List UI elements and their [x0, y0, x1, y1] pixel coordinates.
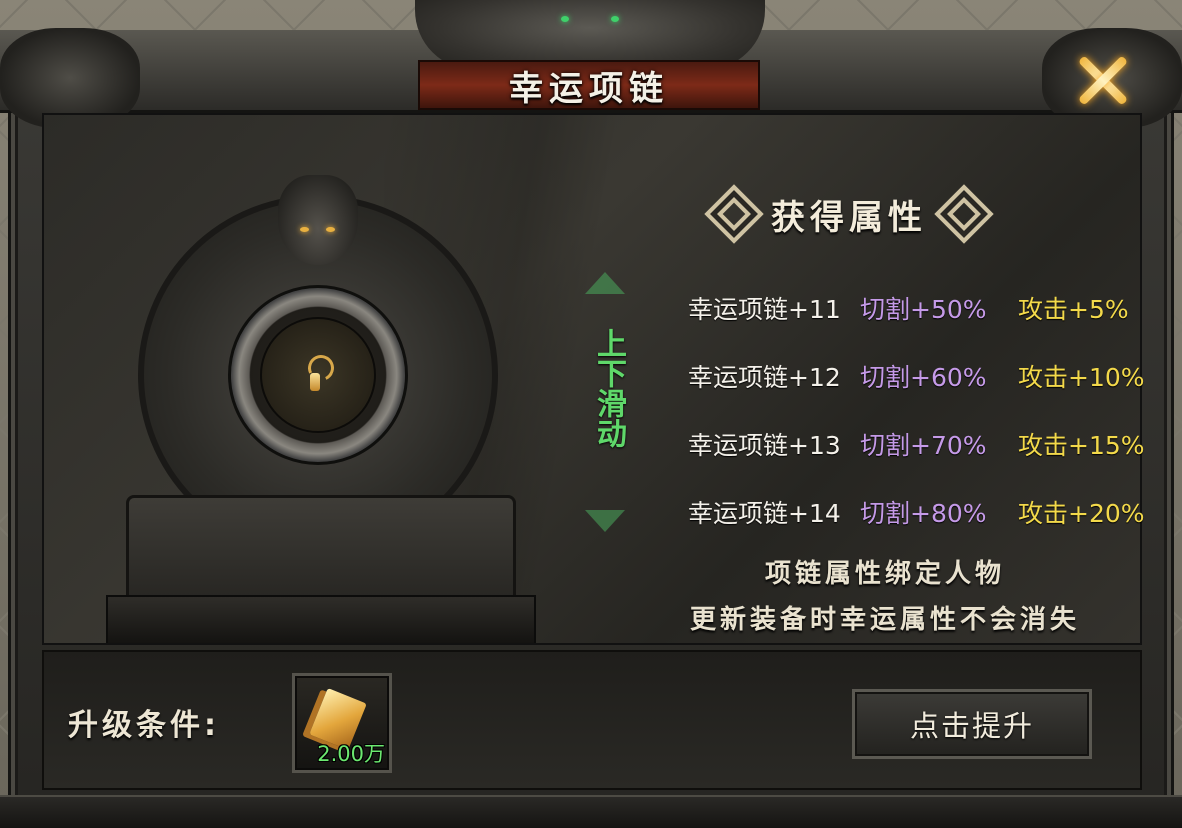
attribute-cut: 切割+60%	[860, 363, 987, 392]
attribute-row: 幸运项链+13 切割+70% 攻击+15%	[688, 410, 1158, 478]
frame-bottom-edge	[0, 795, 1182, 828]
dragon-head-icon	[278, 175, 358, 265]
item-count: 2.00万	[317, 742, 385, 766]
upgrade-button-label: 点击提升	[909, 709, 1034, 743]
crest-eye-icon	[561, 16, 569, 22]
dragon-pedestal-display	[106, 165, 546, 643]
attribute-attack: 攻击+15%	[1018, 431, 1145, 460]
attribute-level: 幸运项链+12	[688, 363, 841, 392]
attributes-list[interactable]: 幸运项链+11 切割+50% 攻击+5% 幸运项链+12 切割+60% 攻击+1…	[688, 274, 1158, 546]
scroll-hint-text: 上下滑动	[591, 328, 626, 448]
attribute-attack: 攻击+5%	[1018, 295, 1129, 324]
arrow-up-icon	[585, 272, 625, 294]
attribute-cut: 切割+70%	[860, 431, 987, 460]
scroll-hint[interactable]: 上下滑动	[582, 272, 628, 532]
necklace-icon[interactable]	[302, 351, 338, 395]
arrow-down-icon	[585, 510, 625, 532]
dragon-eye-icon	[326, 227, 335, 232]
upgrade-condition-label: 升级条件:	[68, 708, 220, 743]
close-button[interactable]	[1066, 44, 1138, 116]
dragon-eye-icon	[300, 227, 309, 232]
attribute-cut: 切割+50%	[860, 295, 987, 324]
attribute-level: 幸运项链+14	[688, 499, 841, 528]
knot-ornament-icon	[934, 184, 994, 244]
window-title: 幸运项链	[509, 68, 669, 109]
note-line-1: 项链属性绑定人物	[764, 559, 1005, 589]
knot-ornament-icon	[704, 184, 764, 244]
crest-eye-icon	[611, 16, 619, 22]
attribute-level: 幸运项链+13	[688, 431, 841, 460]
attributes-header-label: 获得属性	[771, 197, 927, 238]
necklace-pendant	[310, 373, 320, 391]
attribute-attack: 攻击+20%	[1018, 499, 1145, 528]
pedestal-base	[106, 595, 536, 643]
note-line-2: 更新装备时幸运属性不会消失	[689, 605, 1080, 635]
attribute-row: 幸运项链+12 切割+60% 攻击+10%	[688, 342, 1158, 410]
attribute-level: 幸运项链+11	[688, 295, 841, 324]
material-item-slot[interactable]: 2.00万	[292, 673, 392, 773]
attribute-row: 幸运项链+11 切割+50% 攻击+5%	[688, 274, 1158, 342]
attributes-header: 获得属性	[696, 184, 1002, 244]
attribute-cut: 切割+80%	[860, 499, 987, 528]
window-title-plate: 幸运项链	[418, 60, 760, 110]
upgrade-button[interactable]: 点击提升	[852, 689, 1092, 759]
attribute-attack: 攻击+10%	[1018, 363, 1145, 392]
attribute-row: 幸运项链+14 切割+80% 攻击+20%	[688, 478, 1158, 546]
